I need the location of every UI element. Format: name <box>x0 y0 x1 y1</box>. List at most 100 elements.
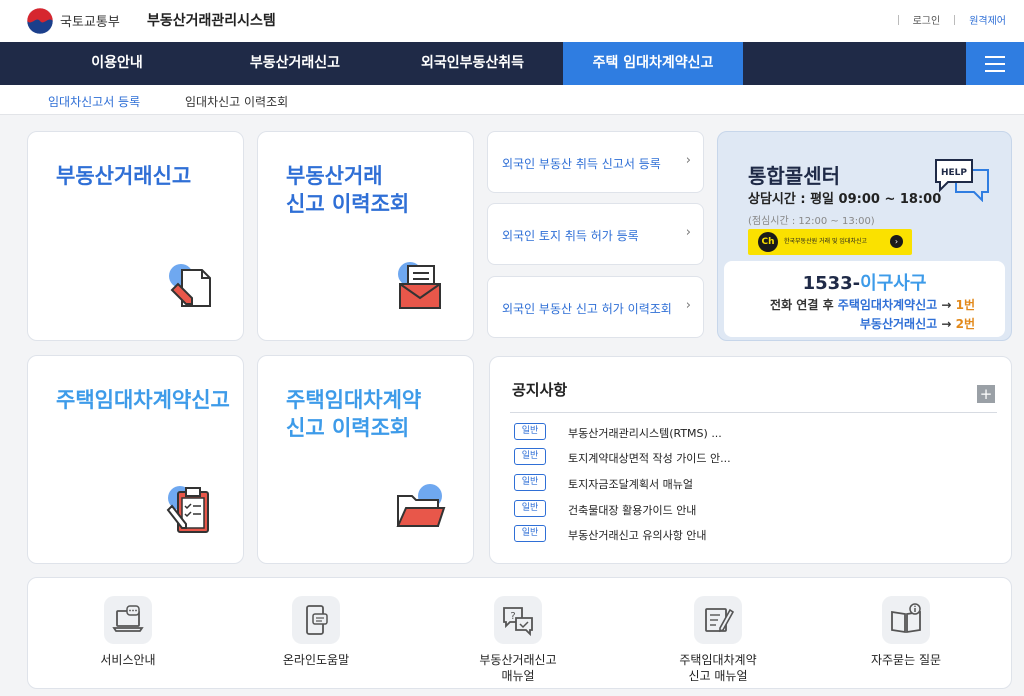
route-line-2: 부동산거래신고 → 2번 <box>860 315 975 332</box>
government-logo-icon[interactable] <box>26 7 54 35</box>
quick-link-realestate-manual[interactable]: ? 부동산거래신고 매뉴얼 <box>448 578 588 690</box>
nav-item-realestate-report[interactable]: 부동산거래신고 <box>225 42 365 85</box>
card-title-line: 주택임대차계약 <box>286 388 422 412</box>
top-links: 로그인 원격제어 <box>884 12 1006 27</box>
card-title: 부동산거래 신고 이력조회 <box>286 162 409 218</box>
route-number: 2번 <box>955 317 975 331</box>
quick-link-online-help[interactable]: 온라인도움말 <box>246 578 386 690</box>
phone-prefix: 1533- <box>802 273 861 294</box>
quick-link-label: 부동산거래신고 매뉴얼 <box>479 653 557 683</box>
ministry-name[interactable]: 국토교통부 <box>60 11 120 30</box>
chevron-right-icon: › <box>685 153 691 168</box>
arrow-right-icon: › <box>890 235 903 248</box>
link-label: 외국인 부동산 신고 허가 이력조회 <box>502 302 672 316</box>
svg-text:?: ? <box>510 611 515 622</box>
quick-link-label: 온라인도움말 <box>282 653 350 667</box>
notice-item[interactable]: 일반 토지계약대상면적 작성 가이드 안... <box>514 448 994 466</box>
category-badge: 일반 <box>514 474 546 491</box>
divider <box>510 412 997 413</box>
category-badge: 일반 <box>514 423 546 440</box>
foreign-permit-history-link[interactable]: 외국인 부동산 신고 허가 이력조회 › <box>487 276 704 338</box>
notice-item[interactable]: 일반 토지자금조달계획서 매뉴얼 <box>514 474 994 492</box>
notice-item-title[interactable]: 부동산거래관리시스템(RTMS) ... <box>568 425 722 441</box>
help-bubble-text: HELP <box>941 168 967 178</box>
category-badge: 일반 <box>514 525 546 542</box>
notice-item-title[interactable]: 토지자금조달계획서 매뉴얼 <box>568 476 693 492</box>
call-center-hours: 상담시간 : 평일 09:00 ~ 18:00 <box>748 192 942 207</box>
divider <box>897 14 899 25</box>
route-line-1: 전화 연결 후 주택임대차계약신고 → 1번 <box>770 296 975 313</box>
chevron-right-icon: › <box>685 225 691 240</box>
menu-bar <box>985 55 1005 58</box>
notice-more-button[interactable]: + <box>977 385 995 403</box>
book-info-icon-glyph <box>891 603 921 634</box>
login-link[interactable]: 로그인 <box>913 12 941 27</box>
notice-item[interactable]: 일반 건축물대장 활용가이드 안내 <box>514 500 994 518</box>
route-arrow: → <box>941 298 952 312</box>
phone-chat-icon <box>292 596 340 644</box>
route-number: 1번 <box>955 298 975 312</box>
route-service: 주택임대차계약신고 <box>837 298 938 312</box>
header: 국토교통부 부동산거래관리시스템 로그인 원격제어 <box>0 0 1024 42</box>
foreign-land-permit-link[interactable]: 외국인 토지 취득 허가 등록 › <box>487 203 704 265</box>
card-title-line: 부동산거래 <box>286 164 383 188</box>
quick-links-bar: 서비스안내 온라인도움말 ? 부동산거래신고 매뉴얼 주택임대차계약 신고 매뉴… <box>27 577 1012 689</box>
notice-item-title[interactable]: 토지계약대상면적 작성 가이드 안... <box>568 450 731 466</box>
quick-link-housing-manual[interactable]: 주택임대차계약 신고 매뉴얼 <box>648 578 788 690</box>
hamburger-menu-button[interactable] <box>966 42 1024 85</box>
link-label: 외국인 토지 취득 허가 등록 <box>502 229 639 243</box>
route-arrow: → <box>941 317 952 331</box>
quick-link-label: 주택임대차계약 신고 매뉴얼 <box>679 653 757 683</box>
subnav-lease-history[interactable]: 임대차신고 이력조회 <box>185 93 288 110</box>
subnav-lease-register[interactable]: 임대차신고서 등록 <box>48 93 140 110</box>
notice-item-title[interactable]: 부동산거래신고 유의사항 안내 <box>568 527 707 543</box>
divider <box>954 14 956 25</box>
route-prefix: 전화 연결 후 <box>770 298 834 312</box>
notice-item[interactable]: 일반 부동산거래관리시스템(RTMS) ... <box>514 423 994 441</box>
remote-control-link[interactable]: 원격제어 <box>969 12 1006 27</box>
card-title-line: 신고 이력조회 <box>286 416 410 440</box>
kakao-channel-button[interactable]: Ch 한국부동산원 거래 및 임대차신고 › <box>748 229 912 255</box>
category-badge: 일반 <box>514 448 546 465</box>
nav-item-guide[interactable]: 이용안내 <box>62 42 172 85</box>
card-realestate-history[interactable]: 부동산거래 신고 이력조회 <box>257 131 474 341</box>
speech-bubbles-icon: ? <box>494 596 542 644</box>
foreign-acquisition-register-link[interactable]: 외국인 부동산 취득 신고서 등록 › <box>487 131 704 193</box>
call-center-phone-box: 1533-이구사구 전화 연결 후 주택임대차계약신고 → 1번 부동산거래신고… <box>724 261 1005 337</box>
quick-link-label: 자주묻는 질문 <box>870 653 942 667</box>
card-housing-lease-report[interactable]: 주택임대차계약신고 <box>27 355 244 564</box>
speech-bubbles-icon-glyph: ? <box>503 607 533 637</box>
document-pen-icon <box>169 264 211 307</box>
note-pen-icon <box>694 596 742 644</box>
envelope-letter-icon <box>398 262 441 309</box>
sub-nav: 임대차신고서 등록 임대차신고 이력조회 <box>0 85 1024 115</box>
kakao-channel-text: 한국부동산원 거래 및 임대차신고 <box>784 238 868 245</box>
card-realestate-report[interactable]: 부동산거래신고 <box>27 131 244 341</box>
card-title: 주택임대차계약신고 <box>56 388 230 412</box>
phone-word: 이구사구 <box>860 273 927 294</box>
laptop-chat-icon <box>104 596 152 644</box>
card-title-line: 신고 이력조회 <box>286 192 410 216</box>
nav-item-housing-lease[interactable]: 주택 임대차계약신고 <box>563 42 743 85</box>
quick-link-label: 서비스안내 <box>100 653 156 667</box>
note-pen-icon-glyph <box>705 608 735 633</box>
notice-item[interactable]: 일반 부동산거래신고 유의사항 안내 <box>514 525 994 543</box>
system-title[interactable]: 부동산거래관리시스템 <box>147 10 276 30</box>
quick-link-service-guide[interactable]: 서비스안내 <box>58 578 198 690</box>
quick-link-faq[interactable]: 자주묻는 질문 <box>836 578 976 690</box>
chevron-right-icon: › <box>685 298 691 313</box>
kakao-channel-icon: Ch <box>758 232 778 252</box>
book-info-icon <box>882 596 930 644</box>
notice-item-title[interactable]: 건축물대장 활용가이드 안내 <box>568 502 696 518</box>
nav-item-foreign-acquisition[interactable]: 외국인부동산취득 <box>400 42 545 85</box>
notice-panel: 공지사항 + 일반 부동산거래관리시스템(RTMS) ... 일반 토지계약대상… <box>489 356 1012 564</box>
link-label: 외국인 부동산 취득 신고서 등록 <box>502 157 661 171</box>
card-housing-lease-history[interactable]: 주택임대차계약 신고 이력조회 <box>257 355 474 564</box>
notice-title: 공지사항 <box>512 381 568 399</box>
category-badge: 일반 <box>514 500 546 517</box>
clipboard-checklist-icon <box>166 486 209 533</box>
route-service: 부동산거래신고 <box>859 317 938 331</box>
call-center-lunch: (점심시간 : 12:00 ~ 13:00) <box>748 216 875 227</box>
laptop-chat-icon-glyph <box>112 605 144 632</box>
phone-chat-icon-glyph <box>306 605 328 635</box>
